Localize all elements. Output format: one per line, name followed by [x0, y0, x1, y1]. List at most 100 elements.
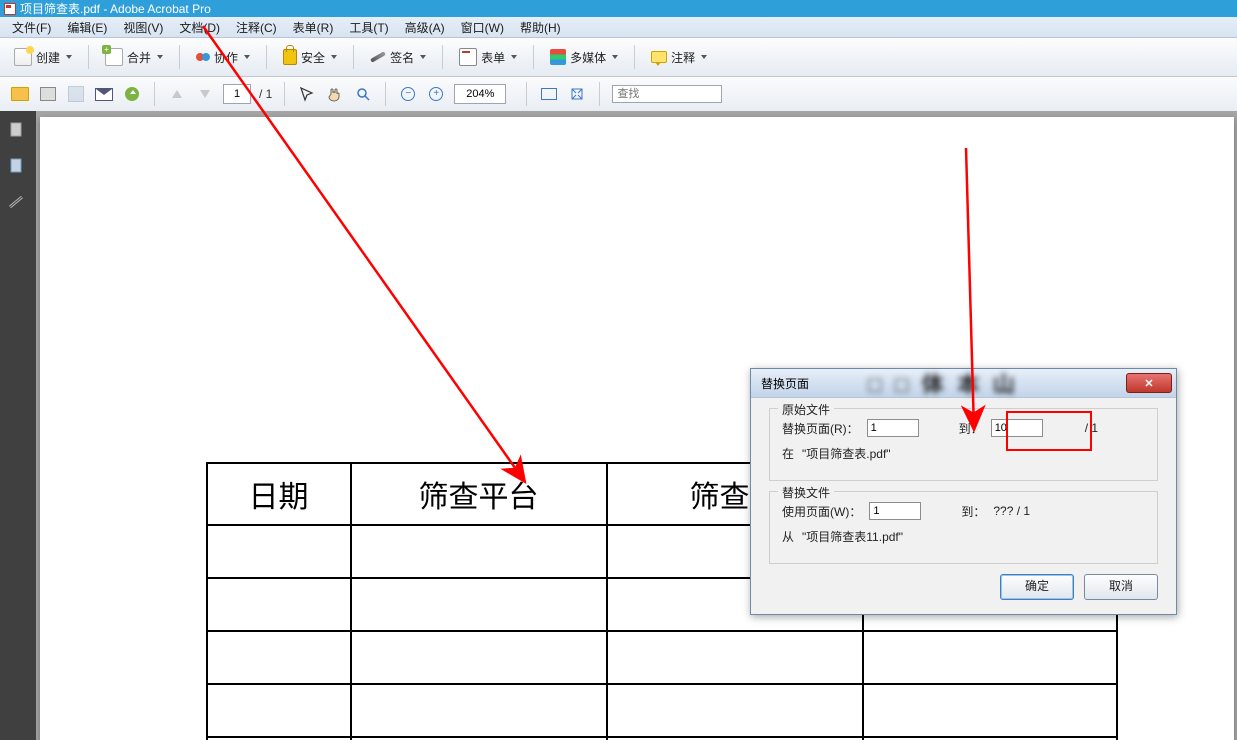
- open-icon[interactable]: [10, 85, 30, 103]
- sign-label: 签名: [390, 49, 414, 66]
- from-filename: "项目筛查表11.pdf": [802, 528, 903, 545]
- use-pages-label: 使用页面(W)：: [782, 503, 861, 520]
- dialog-titlebar[interactable]: 替换页面 □ □ 体 本 山 ✕: [751, 369, 1176, 398]
- app-window: 项目筛查表.pdf - Adobe Acrobat Pro 文件(F) 编辑(E…: [0, 0, 1237, 740]
- multimedia-button[interactable]: 多媒体: [544, 46, 624, 69]
- chevron-down-icon: [244, 55, 250, 59]
- secondary-toolbar: / 1 − +: [0, 77, 1237, 113]
- create-icon: [14, 48, 32, 66]
- menu-advanced[interactable]: 高级(A): [397, 17, 453, 38]
- collaborate-icon: [196, 53, 210, 61]
- blurred-background-text: □ □ 体 本 山: [761, 367, 1126, 399]
- separator: [385, 82, 386, 106]
- replace-pages-dialog: 替换页面 □ □ 体 本 山 ✕ 原始文件 替换页面(R)： 到： / 1: [750, 368, 1177, 615]
- table-row: [207, 631, 1117, 684]
- chevron-down-icon: [701, 55, 707, 59]
- multimedia-icon: [550, 49, 566, 65]
- signatures-panel-icon[interactable]: [8, 193, 28, 211]
- menu-window[interactable]: 窗口(W): [453, 17, 512, 38]
- separator: [88, 45, 89, 69]
- col-platform-header: 筛查平台: [351, 463, 607, 525]
- col-date-header: 日期: [207, 463, 351, 525]
- dialog-close-button[interactable]: ✕: [1126, 373, 1172, 393]
- comment-button[interactable]: 注释: [645, 46, 713, 69]
- separator: [634, 45, 635, 69]
- select-tool-icon[interactable]: [297, 85, 317, 103]
- chevron-down-icon: [331, 55, 337, 59]
- combine-icon: +: [105, 48, 123, 66]
- use-to-value: ??? / 1: [993, 504, 1030, 518]
- chevron-down-icon: [157, 55, 163, 59]
- marquee-zoom-icon[interactable]: [353, 85, 373, 103]
- upload-icon[interactable]: [122, 85, 142, 103]
- bookmarks-panel-icon[interactable]: [8, 157, 28, 175]
- chevron-down-icon: [420, 55, 426, 59]
- in-filename: "项目筛查表.pdf": [802, 445, 891, 462]
- cancel-button[interactable]: 取消: [1084, 574, 1158, 600]
- combine-button[interactable]: + 合并: [99, 45, 169, 69]
- separator: [179, 45, 180, 69]
- menu-tools[interactable]: 工具(T): [341, 17, 396, 38]
- use-from-input[interactable]: [869, 502, 921, 520]
- page-total-suffix: / 1: [1085, 421, 1098, 435]
- collaborate-button[interactable]: 协作: [190, 46, 256, 69]
- replace-pages-label: 替换页面(R)：: [782, 420, 859, 437]
- replace-to-input[interactable]: [991, 419, 1043, 437]
- pdf-file-icon: [4, 3, 16, 15]
- window-title: 项目筛查表.pdf - Adobe Acrobat Pro: [20, 0, 211, 17]
- page-number-input[interactable]: [223, 84, 251, 104]
- forms-label: 表单: [481, 49, 505, 66]
- print-icon[interactable]: [38, 85, 58, 103]
- multimedia-label: 多媒体: [570, 49, 606, 66]
- chevron-down-icon: [612, 55, 618, 59]
- ok-button[interactable]: 确定: [1000, 574, 1074, 600]
- dialog-body: 原始文件 替换页面(R)： 到： / 1 在 "项目筛查表.pdf": [751, 398, 1176, 614]
- pen-icon: [370, 51, 386, 62]
- navigation-panel: [0, 111, 36, 740]
- prev-page-icon[interactable]: [167, 85, 187, 103]
- next-page-icon[interactable]: [195, 85, 215, 103]
- fit-width-icon[interactable]: [539, 85, 559, 103]
- form-icon: [459, 48, 477, 66]
- fit-page-icon[interactable]: [567, 85, 587, 103]
- comment-bubble-icon: [651, 51, 667, 63]
- separator: [442, 45, 443, 69]
- menu-help[interactable]: 帮助(H): [512, 17, 569, 38]
- title-bar: 项目筛查表.pdf - Adobe Acrobat Pro: [0, 0, 1237, 17]
- from-label: 从: [782, 528, 794, 545]
- close-icon: ✕: [1144, 377, 1153, 390]
- menu-forms[interactable]: 表单(R): [285, 17, 342, 38]
- email-icon[interactable]: [94, 85, 114, 103]
- separator: [533, 45, 534, 69]
- sign-button[interactable]: 签名: [364, 46, 432, 69]
- separator: [154, 82, 155, 106]
- combine-label: 合并: [127, 49, 151, 66]
- replacement-file-legend: 替换文件: [778, 484, 834, 501]
- zoom-out-icon[interactable]: −: [398, 85, 418, 103]
- forms-button[interactable]: 表单: [453, 45, 523, 69]
- menu-bar: 文件(F) 编辑(E) 视图(V) 文档(D) 注释(C) 表单(R) 工具(T…: [0, 17, 1237, 38]
- create-button[interactable]: 创建: [8, 45, 78, 69]
- menu-view[interactable]: 视图(V): [115, 17, 171, 38]
- menu-edit[interactable]: 编辑(E): [59, 17, 115, 38]
- table-row: [207, 684, 1117, 737]
- zoom-in-icon[interactable]: +: [426, 85, 446, 103]
- separator: [266, 45, 267, 69]
- main-toolbar: 创建 + 合并 协作 安全: [0, 38, 1237, 77]
- hand-tool-icon[interactable]: [325, 85, 345, 103]
- search-input[interactable]: [612, 85, 722, 103]
- menu-file[interactable]: 文件(F): [4, 17, 59, 38]
- save-icon[interactable]: [66, 85, 86, 103]
- chevron-down-icon: [66, 55, 72, 59]
- replace-from-input[interactable]: [867, 419, 919, 437]
- create-label: 创建: [36, 49, 60, 66]
- zoom-level-input[interactable]: [454, 84, 506, 104]
- to-label: 到：: [959, 420, 983, 437]
- secure-button[interactable]: 安全: [277, 46, 343, 69]
- menu-comments[interactable]: 注释(C): [228, 17, 285, 38]
- separator: [526, 82, 527, 106]
- menu-document[interactable]: 文档(D): [171, 17, 228, 38]
- pages-panel-icon[interactable]: [8, 121, 28, 139]
- chevron-down-icon: [511, 55, 517, 59]
- secure-label: 安全: [301, 49, 325, 66]
